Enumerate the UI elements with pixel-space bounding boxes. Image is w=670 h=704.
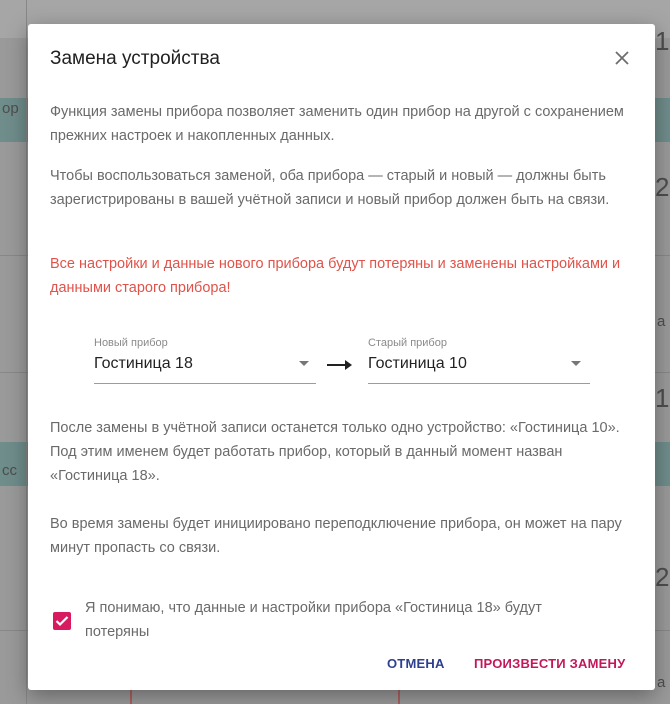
background-text: 1 xyxy=(655,383,670,413)
replace-device-dialog: Замена устройства Функция замены прибора… xyxy=(28,24,655,690)
chevron-down-icon xyxy=(571,361,581,366)
dialog-title: Замена устройства xyxy=(50,48,220,69)
background-text: 2 xyxy=(655,172,670,202)
cancel-button[interactable]: ОТМЕНА xyxy=(387,656,445,671)
chevron-down-icon xyxy=(299,361,309,366)
background-text: а xyxy=(657,674,666,691)
requirements-paragraph: Чтобы воспользоваться заменой, оба прибо… xyxy=(50,168,610,208)
acknowledge-label[interactable]: Я понимаю, что данные и настройки прибор… xyxy=(85,596,585,644)
background-text: ор xyxy=(2,100,19,117)
warning-text: Все настройки и данные нового прибора бу… xyxy=(50,256,621,296)
acknowledge-checkbox[interactable] xyxy=(53,612,71,630)
background-text: 2 xyxy=(655,562,670,592)
new-device-select[interactable]: Новый прибор Гостиница 18 xyxy=(94,337,316,385)
background-text: сс xyxy=(2,462,17,479)
new-device-label: Новый прибор xyxy=(94,337,168,349)
select-underline xyxy=(368,383,590,384)
select-underline xyxy=(94,383,316,384)
background-divider xyxy=(26,0,27,704)
background-mark xyxy=(130,690,132,704)
new-device-value: Гостиница 18 xyxy=(94,355,193,372)
confirm-replace-button[interactable]: ПРОИЗВЕСТИ ЗАМЕНУ xyxy=(474,656,625,671)
close-button[interactable] xyxy=(608,44,636,72)
background-text: а xyxy=(657,313,666,330)
old-device-label: Старый прибор xyxy=(368,337,447,349)
checkmark-icon xyxy=(55,616,69,627)
reconnect-paragraph: Во время замены будет инициировано переп… xyxy=(50,516,622,556)
close-icon xyxy=(615,51,629,65)
old-device-value: Гостиница 10 xyxy=(368,355,467,372)
old-device-select[interactable]: Старый прибор Гостиница 10 xyxy=(368,337,590,385)
arrow-right-icon xyxy=(327,360,352,370)
background-text: 1 xyxy=(655,26,670,56)
description-paragraph: Функция замены прибора позволяет заменит… xyxy=(50,104,624,144)
background-mark xyxy=(398,690,400,704)
result-paragraph: После замены в учётной записи останется … xyxy=(50,420,620,484)
